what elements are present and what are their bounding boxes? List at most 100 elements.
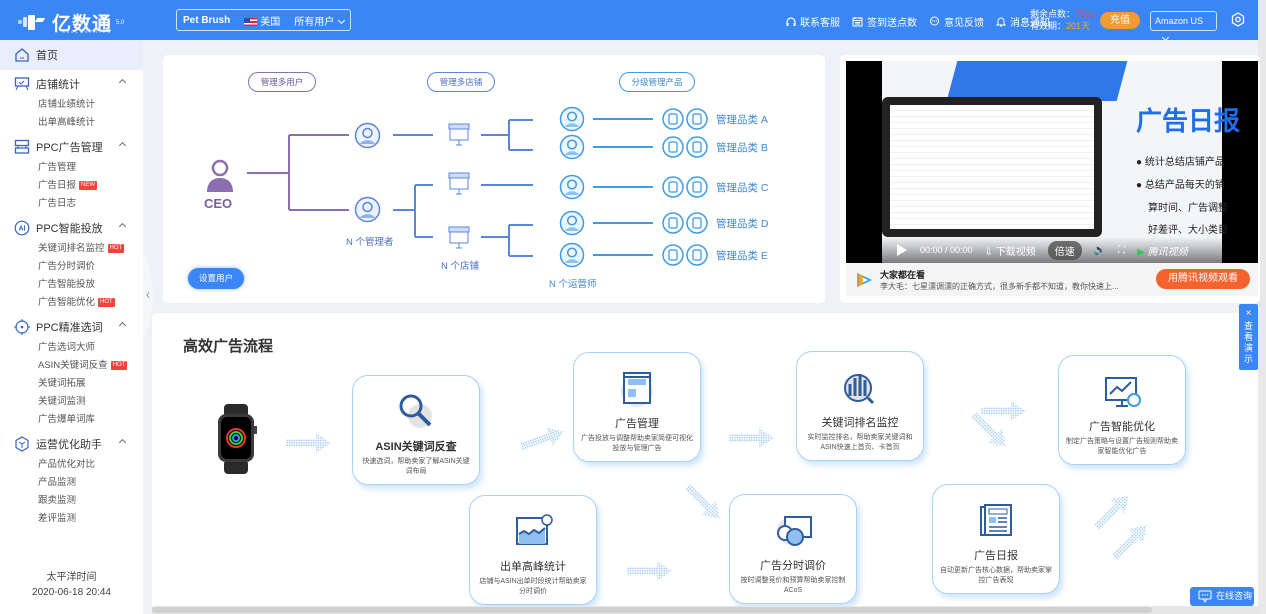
datetime: 2020-06-18 20:44 [32, 587, 111, 598]
sidebar-item-smart-launch[interactable]: 广告智能投放 [0, 276, 143, 294]
sidebar-item-store-performance[interactable]: 店铺业绩统计 [0, 96, 143, 114]
sidebar-item-keyword-expand[interactable]: 关键词拓展 [0, 375, 143, 393]
flow-step-icon [353, 390, 479, 434]
flow-step-title: 广告日报 [974, 550, 1018, 562]
recharge-button[interactable]: 充值 [1100, 12, 1140, 29]
video-recommend-bar: 大家都在看 李大毛：七星漂调漂的正确方式，很多新手都不知道，教你快速上... 用… [846, 263, 1258, 296]
sidebar-item-label: 店铺业绩统计 [38, 99, 96, 110]
sidebar-item-ad-log[interactable]: 广告日志 [0, 195, 143, 213]
pill-manage-stores: 管理多店铺 [427, 72, 495, 92]
flow-step-card[interactable]: 广告管理 广告投放与调整帮助卖家简便可视化投放与管理广告 [573, 352, 701, 462]
flow-step-card[interactable]: 广告日报 自动更新广告核心数据，帮助卖家掌控广告表现 [932, 484, 1060, 594]
feedback-label: 意见反馈 [944, 18, 984, 29]
sidebar-item-home[interactable]: 首页 [0, 40, 143, 70]
watch-in-tencent-button[interactable]: 用腾讯视频观看 [1156, 269, 1250, 289]
sidebar-item-ad-manage[interactable]: 广告管理 [0, 159, 143, 177]
sidebar-item-label: 关键词排名监控 [38, 243, 105, 254]
flow-step-card[interactable]: 出单高峰统计 店铺与ASIN出单时段统计帮助卖家分时调价 [469, 495, 597, 605]
flow-step-card[interactable]: 广告智能优化 制定广告策略与设置广告规则帮助卖家智能优化广告 [1058, 355, 1186, 465]
horizontal-scrollbar[interactable] [152, 606, 1258, 614]
sidebar-item-dayparting[interactable]: 广告分时调价 [0, 258, 143, 276]
sidebar-group-ppc-manage[interactable]: PPC广告管理 [0, 135, 143, 159]
country-selector[interactable]: 美国 [244, 13, 280, 28]
sidebar-group-store-stats[interactable]: 店铺统计 [0, 72, 143, 96]
view-demo-label: 查看演示 [1244, 321, 1254, 364]
store-icon [448, 123, 470, 146]
flow-step-card[interactable]: ASIN关键词反查 快速选词，帮助卖家了解ASIN关键词布局 [352, 375, 480, 485]
play-icon[interactable] [896, 243, 908, 257]
sidebar-item-hot-keywords[interactable]: 广告爆单词库 [0, 411, 143, 429]
download-video-button[interactable]: ⇩ 下载视频 [985, 243, 1036, 258]
set-user-button[interactable]: 设置用户 [188, 268, 244, 289]
flow-step-desc: 店铺与ASIN出单时段统计帮助卖家分时调价 [479, 578, 587, 595]
checkin-link[interactable]: 签到送点数 [852, 14, 917, 29]
fullscreen-icon[interactable]: ⛶ [1118, 245, 1125, 256]
users-filter[interactable]: 所有用户 [294, 13, 346, 28]
bullet-text: 总结产品每天的销 [1144, 180, 1225, 191]
sidebar-item-label: 广告日报 [38, 180, 77, 191]
sidebar-item-keyword-rank[interactable]: 关键词排名监控 HOT [0, 240, 143, 258]
video-decoration [946, 61, 1128, 101]
sidebar-item-product-compare[interactable]: 产品优化对比 [0, 456, 143, 474]
bullet-text: 好差评、大小类目 [1148, 225, 1228, 236]
speed-button[interactable]: 倍速 [1047, 240, 1082, 260]
sidebar-group-label: PPC智能投放 [36, 223, 103, 235]
chevron-up-icon[interactable] [118, 141, 127, 150]
flow-step-card[interactable]: 广告分时调价 按时调整竞价和预算帮助卖家控制ACoS [729, 494, 857, 604]
points-label: 剩余点数： [1030, 9, 1076, 19]
target-icon [14, 319, 30, 335]
flow-step-title: 关键词排名监控 [821, 417, 899, 429]
sidebar-home-label: 首页 [36, 50, 58, 62]
sidebar-item-product-monitor[interactable]: 产品监测 [0, 474, 143, 492]
chevron-up-icon[interactable] [118, 78, 127, 87]
gear-icon[interactable] [1230, 12, 1246, 28]
sidebar-group-ppc-keywords[interactable]: PPC精准选词 [0, 315, 143, 339]
flow-title: 高效广告流程 [183, 338, 274, 355]
calendar-icon [852, 17, 863, 27]
feedback-link[interactable]: 意见反馈 [929, 14, 984, 29]
sidebar-item-label: 关键词监测 [38, 396, 86, 407]
view-demo-tab[interactable]: × 查看演示 [1239, 304, 1258, 370]
flow-step-icon [730, 509, 856, 553]
sidebar: 首页 店铺统计 店铺业绩统计 出单高峰统计 PPC广告管理 广告管理 广告日报 N… [0, 40, 143, 614]
video-player[interactable]: 广告日报 ● 统计总结店铺产品 ● 总结产品每天的销 算时间、广告调整 好差评、… [846, 61, 1258, 263]
flow-step-icon [1059, 370, 1185, 414]
sidebar-group-ops-assistant[interactable]: 运营优化助手 [0, 432, 143, 456]
manager-avatar-icon [354, 122, 381, 149]
newspaper-icon [980, 504, 1012, 536]
sidebar-item-hijack-monitor[interactable]: 跟卖监测 [0, 492, 143, 510]
sidebar-item-smart-optimize[interactable]: 广告智能优化 HOT [0, 294, 143, 312]
ad-manage-icon [14, 139, 30, 154]
country-label: 美国 [260, 16, 281, 28]
recommend-desc[interactable]: 李大毛：七星漂调漂的正确方式，很多新手都不知道，教你快速上... [880, 281, 1119, 292]
chat-bubble-icon [930, 16, 939, 26]
sidebar-item-order-peak[interactable]: 出单高峰统计 [0, 114, 143, 132]
chevron-up-icon[interactable] [118, 438, 127, 447]
pill-manage-users: 管理多用户 [248, 72, 316, 92]
logo[interactable]: 亿数通 5.0 SELLMETRICS [18, 9, 124, 36]
sidebar-item-ad-daily[interactable]: 广告日报 NEW [0, 177, 143, 195]
store-selector[interactable]: Pet Brush 美国 所有用户 [176, 9, 352, 31]
sidebar-group-ppc-smart[interactable]: AI PPC智能投放 [0, 216, 143, 240]
online-consult-label: 在线咨询 [1216, 591, 1253, 601]
pill-manage-products: 分级管理产品 [619, 72, 695, 92]
sidebar-item-label: ASIN关键词反查 [38, 360, 108, 371]
sidebar-item-keyword-master[interactable]: 广告选词大师 [0, 339, 143, 357]
scrollbar-thumb[interactable] [152, 607, 1152, 613]
contact-support-link[interactable]: 联系客服 [786, 14, 840, 29]
volume-icon[interactable]: 🔈 [1094, 245, 1106, 256]
chevron-up-icon[interactable] [118, 222, 127, 231]
us-flag-icon [244, 17, 258, 26]
close-icon[interactable]: × [1239, 308, 1258, 319]
sidebar-item-asin-reverse[interactable]: ASIN关键词反查 HOT [0, 357, 143, 375]
flow-step-card[interactable]: 关键词排名监控 实时监控排名，帮助卖家关键词和ASIN快速上首页、卡首页 [796, 351, 924, 461]
marketplace-select[interactable]: Amazon US [1150, 11, 1217, 42]
top-bar: 亿数通 5.0 SELLMETRICS Pet Brush 美国 所有用户 联系… [0, 0, 1258, 42]
sidebar-item-review-monitor[interactable]: 差评监测 [0, 510, 143, 528]
sidebar-item-keyword-monitor[interactable]: 关键词监测 [0, 393, 143, 411]
tencent-video-logo-icon [857, 273, 872, 287]
flow-step-icon [933, 499, 1059, 543]
chevron-up-icon[interactable] [118, 321, 127, 330]
ai-icon: AI [14, 220, 30, 236]
online-consult-button[interactable]: 在线咨询 [1190, 587, 1254, 606]
